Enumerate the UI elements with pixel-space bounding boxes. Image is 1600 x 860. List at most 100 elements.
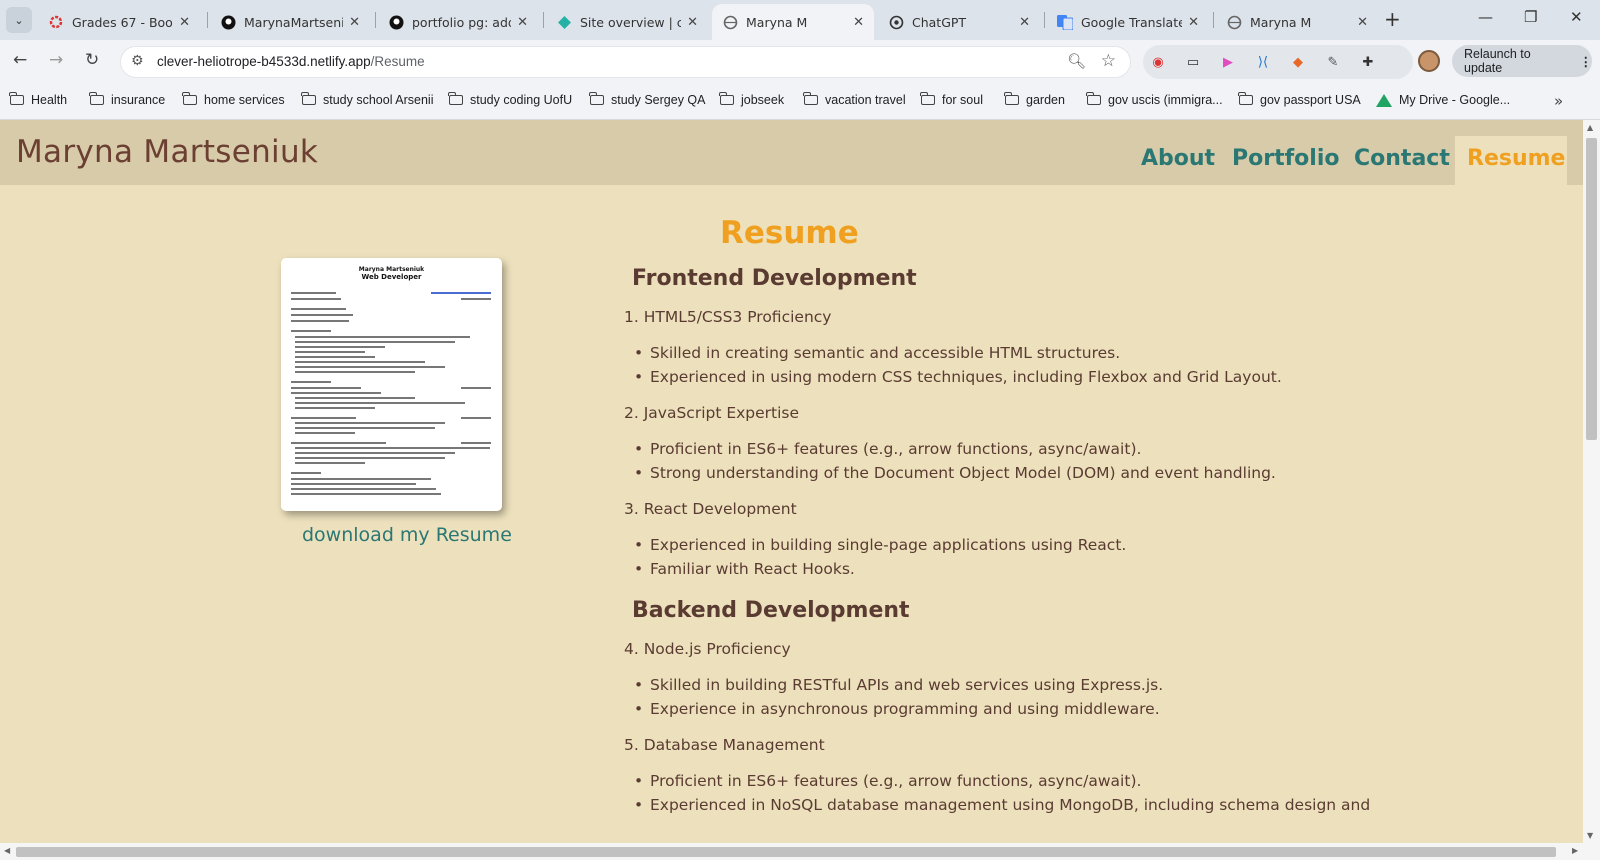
- bookmark-folder[interactable]: vacation travel: [803, 92, 906, 107]
- download-resume-link[interactable]: download my Resume: [302, 524, 512, 546]
- close-icon[interactable]: ✕: [179, 15, 190, 30]
- skill-bullet: Experience in asynchronous programming a…: [634, 700, 1160, 718]
- nav-contact[interactable]: Contact: [1342, 136, 1462, 185]
- skill-bullet: Strong understanding of the Document Obj…: [634, 464, 1276, 482]
- close-icon[interactable]: ✕: [1019, 15, 1030, 30]
- skill-title: 2. JavaScript Expertise: [624, 404, 800, 422]
- close-icon[interactable]: ✕: [517, 15, 528, 30]
- folder-icon: [301, 92, 316, 105]
- tab-grades[interactable]: Grades 67 - Bootc ✕: [38, 4, 200, 40]
- reload-icon[interactable]: ↻: [85, 50, 99, 70]
- folder-icon: [589, 92, 604, 105]
- tab-title: Grades 67 - Bootc: [72, 14, 173, 30]
- bookmark-folder[interactable]: study coding UofU: [448, 92, 572, 107]
- more-bookmarks-icon[interactable]: »: [1554, 92, 1563, 110]
- nav-portfolio[interactable]: Portfolio: [1220, 136, 1352, 185]
- address-bar[interactable]: ⚙ clever-heliotrope-b4533d.netlify.app/R…: [120, 46, 1131, 78]
- skill-title: 4. Node.js Proficiency: [624, 640, 791, 658]
- close-icon[interactable]: ✕: [687, 15, 698, 30]
- extension-icon[interactable]: ◉: [1148, 52, 1168, 72]
- resume-thumbnail[interactable]: Maryna Martseniuk Web Developer: [281, 258, 502, 511]
- scrollbar-thumb[interactable]: [1586, 138, 1597, 440]
- tab-maryna-active[interactable]: Maryna M ✕: [712, 4, 874, 40]
- site-info-icon[interactable]: ⚙: [131, 53, 144, 69]
- tab-title: Site overview | cle: [580, 14, 682, 30]
- bookmark-folder[interactable]: garden: [1004, 92, 1065, 107]
- pen-icon[interactable]: ✎: [1323, 52, 1343, 72]
- zoom-icon[interactable]: 🔍︎: [1067, 52, 1086, 70]
- restore-icon[interactable]: ❐: [1524, 8, 1537, 26]
- tab-title: MarynaMartseniuk: [244, 14, 344, 30]
- skill-title: 3. React Development: [624, 500, 797, 518]
- folder-icon: [1086, 92, 1101, 105]
- skill-bullet: Skilled in creating semantic and accessi…: [634, 344, 1120, 362]
- tab-strip: ⌄ Grades 67 - Bootc ✕ MarynaMartseniuk ✕…: [0, 0, 1600, 40]
- bookmark-star-icon[interactable]: ☆: [1101, 51, 1116, 71]
- translate-icon: [1057, 14, 1073, 30]
- web-page: Maryna Martseniuk About Portfolio Contac…: [0, 120, 1583, 843]
- tab-title: Maryna M: [1250, 14, 1312, 30]
- bookmark-folder[interactable]: study Sergey QA: [589, 92, 706, 107]
- close-icon[interactable]: ✕: [349, 15, 360, 30]
- thumb-name: Maryna Martseniuk: [358, 266, 425, 273]
- bookmarks-bar: Health insurance home services study sch…: [0, 84, 1600, 120]
- minimize-icon[interactable]: —: [1478, 8, 1493, 26]
- scroll-right-icon[interactable]: ▶: [1572, 846, 1578, 855]
- skill-bullet: Experienced in using modern CSS techniqu…: [634, 368, 1282, 386]
- profile-avatar[interactable]: [1418, 50, 1440, 72]
- skill-bullet: Experienced in building single-page appl…: [634, 536, 1126, 554]
- nav-resume[interactable]: Resume: [1455, 136, 1567, 185]
- bookmark-folder[interactable]: study school Arsenii: [301, 92, 433, 107]
- bookmark-folder[interactable]: home services: [182, 92, 285, 107]
- thumb-role: Web Developer: [361, 273, 422, 281]
- forward-icon[interactable]: →: [49, 50, 63, 70]
- tab-title: Google Translate: [1081, 14, 1183, 30]
- extension-icon[interactable]: ▶: [1218, 52, 1238, 72]
- folder-icon: [920, 92, 935, 105]
- github-icon: [220, 14, 236, 30]
- bookmark-drive[interactable]: My Drive - Google...: [1376, 93, 1510, 107]
- puzzle-icon[interactable]: ✚: [1358, 52, 1378, 72]
- bookmark-folder[interactable]: for soul: [920, 92, 983, 107]
- skill-bullet: Experienced in NoSQL database management…: [634, 796, 1370, 814]
- tab-netlify[interactable]: Site overview | cle ✕: [546, 4, 708, 40]
- extension-icon[interactable]: ◆: [1288, 52, 1308, 72]
- close-icon[interactable]: ✕: [853, 15, 864, 30]
- close-window-icon[interactable]: ✕: [1570, 8, 1583, 26]
- extension-icon[interactable]: ▭: [1183, 52, 1203, 72]
- netlify-icon: [556, 14, 572, 30]
- tab-search-button[interactable]: ⌄: [6, 7, 32, 33]
- skill-title: 5. Database Management: [624, 736, 825, 754]
- skill-bullet: Familiar with React Hooks.: [634, 560, 855, 578]
- vscode-icon[interactable]: ⟩⟨: [1253, 52, 1273, 72]
- close-icon[interactable]: ✕: [1188, 15, 1199, 30]
- scroll-down-icon[interactable]: ▼: [1587, 831, 1593, 840]
- new-tab-icon[interactable]: +: [1384, 8, 1401, 30]
- url-text[interactable]: clever-heliotrope-b4533d.netlify.app/Res…: [157, 54, 425, 69]
- scrollbar-thumb[interactable]: [16, 847, 1556, 857]
- close-icon[interactable]: ✕: [1357, 15, 1368, 30]
- tab-github-profile[interactable]: MarynaMartseniuk ✕: [210, 4, 370, 40]
- nav-about[interactable]: About: [1129, 136, 1227, 185]
- tab-maryna-2[interactable]: Maryna M ✕: [1216, 4, 1378, 40]
- bookmark-folder[interactable]: gov passport USA: [1238, 92, 1361, 107]
- more-icon: ⋮: [1579, 54, 1593, 69]
- bookmark-folder[interactable]: insurance: [89, 92, 165, 107]
- vertical-scrollbar[interactable]: ▲ ▼: [1583, 120, 1600, 843]
- section-heading: Frontend Development: [632, 266, 917, 291]
- bookmark-folder[interactable]: Health: [9, 92, 67, 107]
- red-ring-icon: [48, 14, 64, 30]
- section-heading: Backend Development: [632, 598, 910, 623]
- tab-github-portfolio[interactable]: portfolio pg: add ✕: [378, 4, 538, 40]
- horizontal-scrollbar[interactable]: ◀ ▶: [0, 843, 1600, 860]
- folder-icon: [89, 92, 104, 105]
- bookmark-folder[interactable]: jobseek: [719, 92, 784, 107]
- back-icon[interactable]: ←: [13, 50, 27, 70]
- scroll-left-icon[interactable]: ◀: [4, 846, 10, 855]
- bookmark-folder[interactable]: gov uscis (immigra...: [1086, 92, 1223, 107]
- relaunch-button[interactable]: Relaunch to update ⋮: [1452, 45, 1592, 77]
- tab-chatgpt[interactable]: ChatGPT ✕: [878, 4, 1040, 40]
- tab-google-translate[interactable]: Google Translate ✕: [1047, 4, 1209, 40]
- folder-icon: [1004, 92, 1019, 105]
- scroll-up-icon[interactable]: ▲: [1587, 123, 1593, 132]
